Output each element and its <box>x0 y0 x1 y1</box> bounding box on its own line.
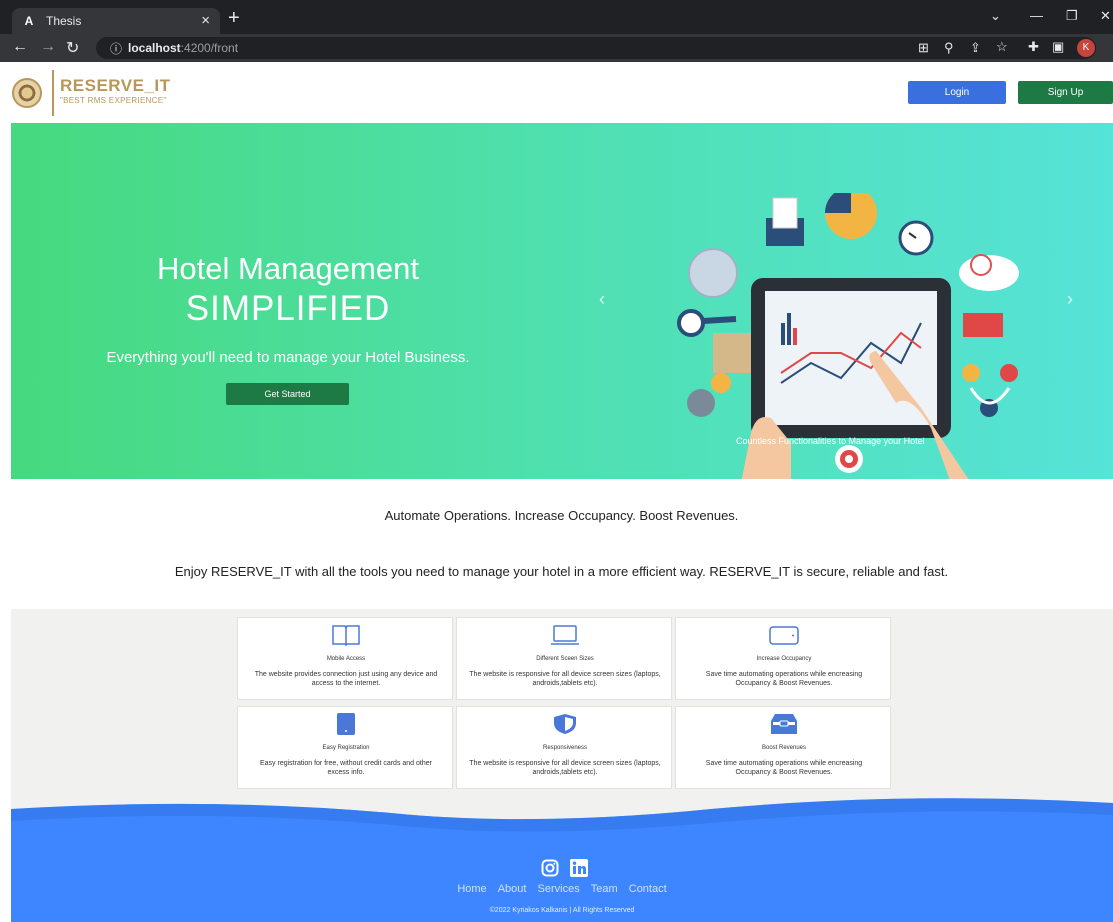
tab-close-icon[interactable]: × <box>201 12 210 29</box>
reload-icon[interactable]: ↻ <box>66 38 79 58</box>
feature-card-increase-occupancy[interactable]: Increase Occupancy Save time automating … <box>675 617 891 700</box>
footer-link-about[interactable]: About <box>498 883 527 895</box>
carousel-next-icon[interactable]: › <box>1067 289 1073 310</box>
footer-link-team[interactable]: Team <box>591 883 618 895</box>
translate-icon[interactable]: ⊞ <box>918 40 929 56</box>
feature-description: Save time automating operations while en… <box>705 671 863 687</box>
profile-avatar[interactable]: K <box>1077 39 1095 57</box>
tab-search-icon[interactable]: ⌄ <box>990 8 1001 24</box>
shield-icon <box>554 714 576 734</box>
feature-title: Easy Registration <box>322 745 370 751</box>
feature-title: Mobile Access <box>326 656 366 662</box>
feature-description: The website is responsive for all device… <box>469 760 661 776</box>
signup-button[interactable]: Sign Up <box>1018 81 1113 104</box>
address-bar-row: ← → ↻ ⓘ localhost:4200/front ⊞ ⚲ ⇪ ☆ ✚ ▣… <box>0 34 1113 62</box>
bookmark-star-icon[interactable]: ☆ <box>996 39 1008 55</box>
tagline-primary: Automate Operations. Increase Occupancy.… <box>384 508 739 523</box>
tablet-landscape-icon <box>769 626 799 645</box>
get-started-button[interactable]: Get Started <box>226 383 349 405</box>
minimize-icon[interactable]: — <box>1030 8 1043 23</box>
hero-section: Hotel Management SIMPLIFIED Everything y… <box>11 123 1113 479</box>
site-header: RESERVE_IT "BEST RMS EXPERIENCE" Login S… <box>0 62 1113 123</box>
back-icon[interactable]: ← <box>12 38 28 56</box>
browser-tab[interactable]: A Thesis × <box>12 8 220 34</box>
copyright-text: ©2022 Kyriakos Kalkanis | All Rights Res… <box>489 907 635 914</box>
browser-tab-bar: A Thesis × + ⌄ — ❐ ✕ <box>0 0 1113 34</box>
tab-favicon-icon: A <box>24 14 34 28</box>
feature-title: Responsiveness <box>542 745 588 751</box>
linkedin-icon[interactable] <box>570 859 588 877</box>
feature-title: Different Sceen Sizes <box>536 656 594 662</box>
new-tab-icon[interactable]: + <box>228 7 240 30</box>
hero-title: Hotel Management <box>157 251 419 286</box>
feature-card-easy-registration[interactable]: Easy Registration Easy registration for … <box>237 706 453 789</box>
address-bar[interactable]: ⓘ localhost:4200/front ⊞ ⚲ ⇪ ☆ <box>96 37 1096 59</box>
carousel-prev-icon[interactable]: ‹ <box>599 289 605 310</box>
feature-title: Boost Revenues <box>761 745 807 751</box>
url-text[interactable]: localhost:4200/front <box>128 41 238 55</box>
hero-subtitle: Everything you'll need to manage your Ho… <box>106 349 470 366</box>
footer-link-contact[interactable]: Contact <box>629 883 667 895</box>
feature-description: The website provides connection just usi… <box>254 671 438 687</box>
feature-description: Easy registration for free, without cred… <box>260 760 432 776</box>
laptop-icon <box>551 625 579 645</box>
brand-name[interactable]: RESERVE_IT <box>60 76 171 96</box>
restore-icon[interactable]: ❐ <box>1066 8 1078 24</box>
feature-card-mobile-access[interactable]: Mobile Access The website provides conne… <box>237 617 453 700</box>
brand-logo-icon[interactable] <box>12 78 42 108</box>
tab-title: Thesis <box>46 14 82 28</box>
footer-wave <box>11 795 1113 832</box>
forward-icon[interactable]: → <box>40 38 56 56</box>
brand-tagline: "BEST RMS EXPERIENCE" <box>60 96 167 105</box>
share-icon[interactable]: ⇪ <box>970 40 981 56</box>
feature-title: Increase Occupancy <box>756 656 812 662</box>
tagline-secondary: Enjoy RESERVE_IT with all the tools you … <box>174 564 949 579</box>
feature-description: The website is responsive for all device… <box>469 671 661 687</box>
features-section: Mobile Access The website provides conne… <box>11 609 1113 799</box>
instagram-icon[interactable] <box>541 859 559 877</box>
footer-link-home[interactable]: Home <box>457 883 486 895</box>
site-info-icon[interactable]: ⓘ <box>110 40 122 57</box>
login-button[interactable]: Login <box>908 81 1006 104</box>
hero-title-emphasis: SIMPLIFIED <box>185 289 391 328</box>
feature-card-screen-sizes[interactable]: Different Sceen Sizes The website is res… <box>456 617 672 700</box>
site-footer: Home About Services Team Contact ©2022 K… <box>11 795 1113 922</box>
side-panel-icon[interactable]: ▣ <box>1052 39 1064 55</box>
feature-card-boost-revenues[interactable]: Boost Revenues Save time automating oper… <box>675 706 891 789</box>
book-icon <box>332 625 360 646</box>
close-window-icon[interactable]: ✕ <box>1100 8 1111 24</box>
footer-nav: Home About Services Team Contact <box>11 883 1113 895</box>
carousel-caption: Countless Functionalities to Manage your… <box>736 436 925 446</box>
tablet-icon <box>337 713 355 735</box>
feature-description: Save time automating operations while en… <box>705 760 863 776</box>
zoom-icon[interactable]: ⚲ <box>944 40 954 56</box>
feature-card-responsiveness[interactable]: Responsiveness The website is responsive… <box>456 706 672 789</box>
footer-link-services[interactable]: Services <box>538 883 580 895</box>
inbox-icon <box>771 714 797 734</box>
extensions-icon[interactable]: ✚ <box>1028 39 1039 55</box>
logo-divider <box>52 70 54 116</box>
